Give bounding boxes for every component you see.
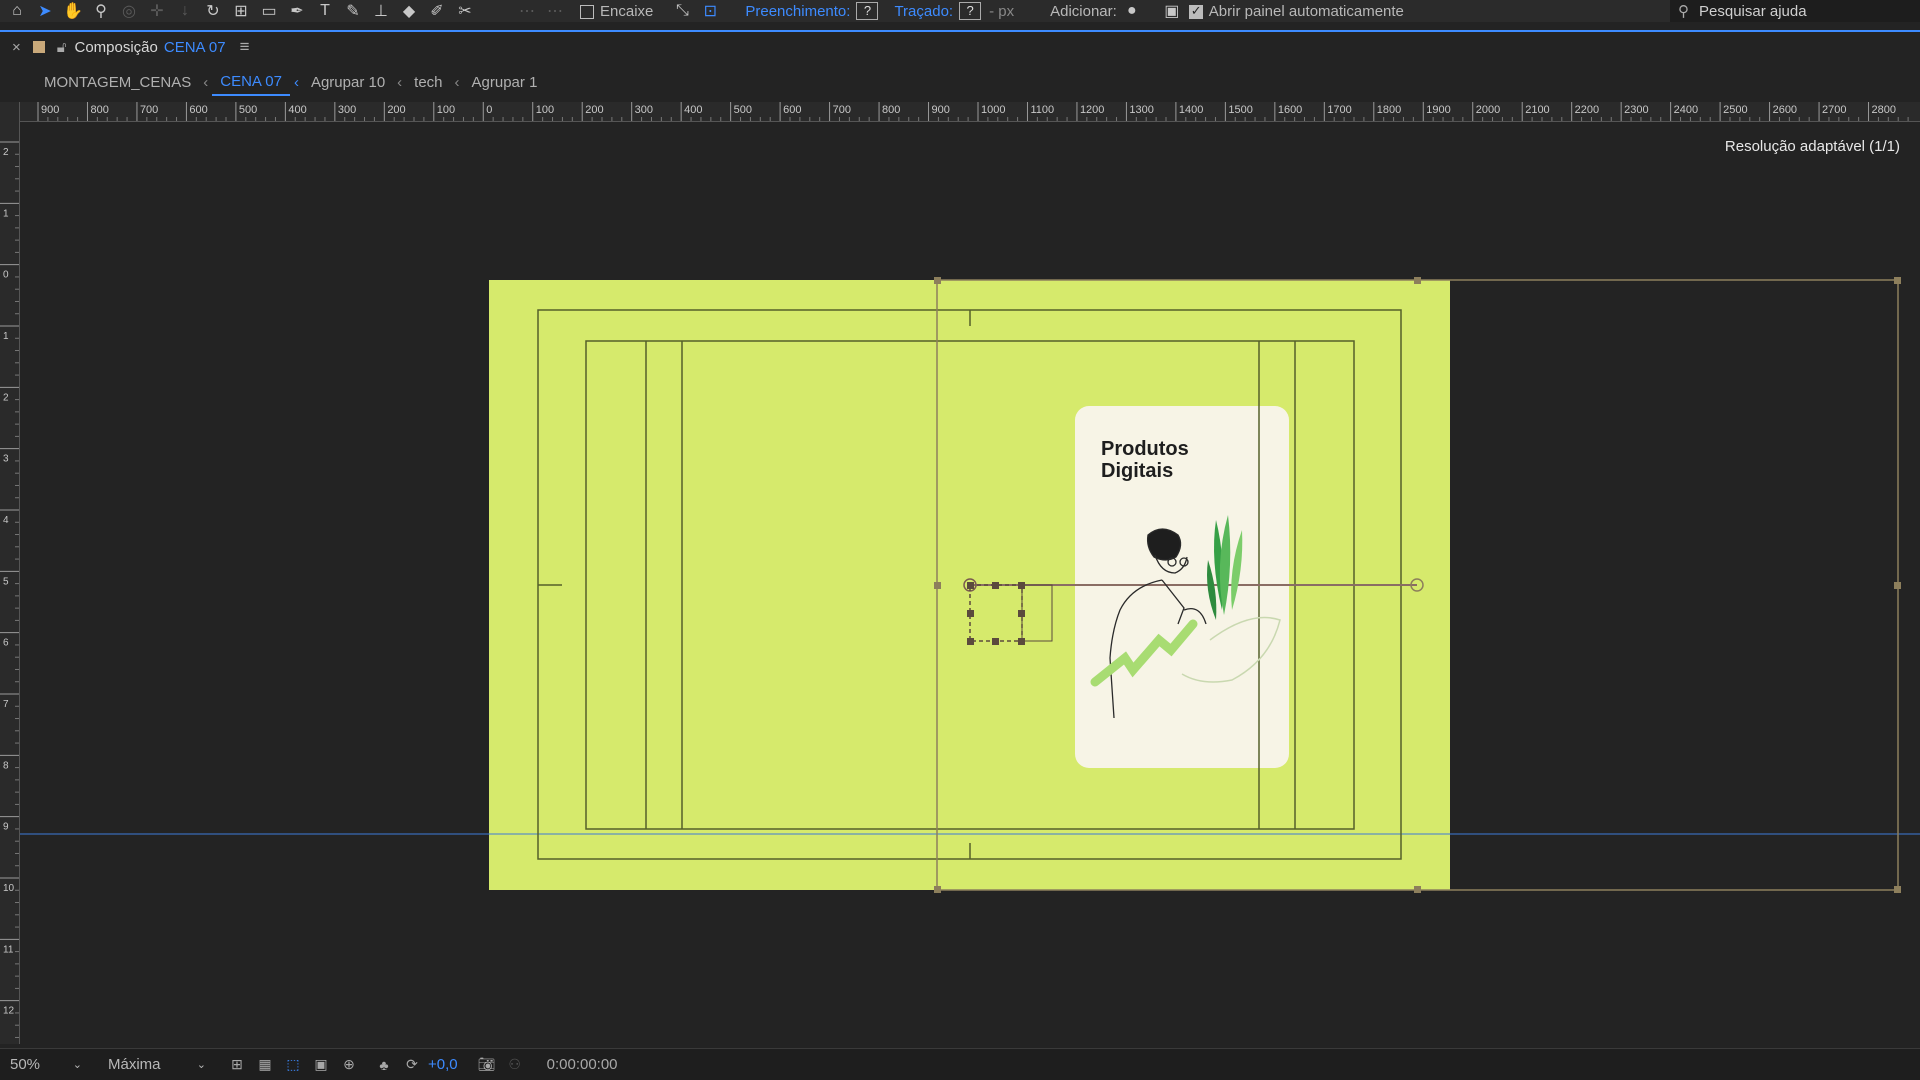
viewer-footer: 50% ⌄ Máxima ⌄ ⊞ ▦ ⬚ ▣ ⊕ ♣ ⟳ +0,0 📷︎ ⚇ 0…: [0, 1048, 1920, 1080]
mask-visibility-icon[interactable]: ⬚: [282, 1054, 304, 1076]
viewer-overlay: [20, 277, 1920, 893]
reset-exposure-icon[interactable]: ⟳: [401, 1054, 423, 1076]
zoom-value: 50%: [10, 1056, 41, 1073]
trend-chart-illustration: [1090, 619, 1198, 687]
chevron-down-icon: ⌄: [196, 1059, 206, 1071]
transparency-grid-icon[interactable]: ▦: [254, 1054, 276, 1076]
selection-box[interactable]: [1021, 584, 1053, 642]
resolution-dropdown[interactable]: Máxima ⌄: [98, 1052, 216, 1078]
laptop-illustration: [1181, 616, 1281, 683]
fast-previews-icon[interactable]: ⊞: [226, 1054, 248, 1076]
channel-icon[interactable]: ♣: [373, 1054, 395, 1076]
region-of-interest-icon[interactable]: ▣: [310, 1054, 332, 1076]
chevron-down-icon: ⌄: [72, 1059, 82, 1071]
grid-guides-icon[interactable]: ⊕: [338, 1054, 360, 1076]
selection-box[interactable]: [969, 584, 1023, 642]
zoom-dropdown[interactable]: 50% ⌄: [0, 1052, 92, 1078]
plant-illustration: [1207, 515, 1243, 620]
resolution-value: Máxima: [108, 1056, 161, 1073]
selection-handles[interactable]: [967, 582, 1025, 645]
snapshot-camera-icon[interactable]: 📷︎: [476, 1054, 498, 1076]
show-snapshot-icon[interactable]: ⚇: [504, 1054, 526, 1076]
exposure-value[interactable]: +0,0: [428, 1056, 458, 1073]
timecode[interactable]: 0:00:00:00: [547, 1056, 618, 1073]
